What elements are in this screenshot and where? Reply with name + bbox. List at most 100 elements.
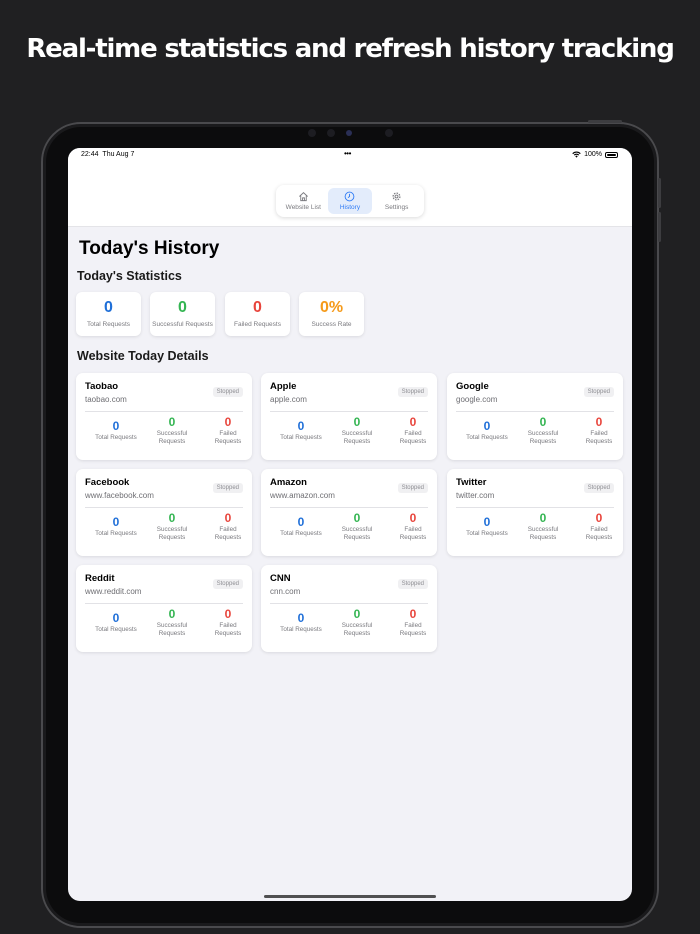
website-card-cnn[interactable]: CNN cnn.com Stopped 0 Total Requests 0 Success… <box>261 565 437 652</box>
status-badge: Stopped <box>583 387 614 397</box>
top-button <box>588 120 622 123</box>
tab-settings[interactable]: Settings <box>375 188 419 214</box>
metric-label: Total Requests <box>280 530 322 537</box>
app-screen: 22:44 Thu Aug 7 ••• 100% Website List Hi… <box>68 148 632 901</box>
divider <box>270 603 428 604</box>
metric-value: 0 <box>353 607 361 621</box>
divider <box>85 603 243 604</box>
label-line: Requests <box>399 438 427 445</box>
stat-label: Total Requests <box>87 321 130 328</box>
stat-value: 0 <box>253 299 262 316</box>
website-card-apple[interactable]: Apple apple.com Stopped 0 Total Requests 0 Suc… <box>261 373 437 460</box>
metric-label: Total Requests <box>95 530 137 537</box>
status-badge: Stopped <box>397 579 428 589</box>
metric-label: Failed Requests <box>571 430 627 446</box>
metric-label: Failed Requests <box>385 622 441 638</box>
label-line: Successful <box>156 526 188 533</box>
metric-value: 0 <box>168 607 176 621</box>
metric-successful: 0 Successful Requests <box>144 415 200 446</box>
label-line: Requests <box>399 534 427 541</box>
metric-value: 0 <box>353 511 361 525</box>
metric-total: 0 Total Requests <box>459 515 515 538</box>
label-line: Successful <box>156 430 188 437</box>
status-badge: Stopped <box>397 387 428 397</box>
divider <box>456 507 614 508</box>
clock-icon <box>345 191 355 202</box>
stat-value: 0% <box>319 299 344 316</box>
label-line: Requests <box>343 534 371 541</box>
label-line: Requests <box>214 438 242 445</box>
label-line: Successful <box>341 526 373 533</box>
metric-value: 0 <box>595 511 603 525</box>
label-line: Failed <box>219 526 237 533</box>
metric-failed: 0 Failed Requests <box>200 607 256 638</box>
metric-label: Successful Requests <box>329 430 385 446</box>
metric-failed: 0 Failed Requests <box>200 511 256 542</box>
website-card-reddit[interactable]: Reddit www.reddit.com Stopped 0 Total Reques… <box>76 565 252 652</box>
label-line: Failed <box>219 622 237 629</box>
label-line: Requests <box>214 534 242 541</box>
label-line: Successful <box>527 430 559 437</box>
metric-value: 0 <box>168 415 176 429</box>
label-line: Failed <box>404 526 422 533</box>
front-camera-icon <box>346 130 352 136</box>
sensor-dot <box>308 129 316 137</box>
site-name: Reddit <box>85 573 115 584</box>
website-card-google[interactable]: Google google.com Stopped 0 Total Requests 0 S… <box>447 373 623 460</box>
website-card-taobao[interactable]: Taobao taobao.com Stopped 0 Total Requests 0 S… <box>76 373 252 460</box>
website-card-facebook[interactable]: Facebook www.facebook.com Stopped 0 Total Re… <box>76 469 252 556</box>
website-card-twitter[interactable]: Twitter twitter.com Stopped 0 Total Requests… <box>447 469 623 556</box>
metric-label: Total Requests <box>280 626 322 633</box>
status-badge: Stopped <box>212 579 243 589</box>
metric-label: Failed Requests <box>200 526 256 542</box>
metric-label: Failed Requests <box>385 430 441 446</box>
metric-label: Successful Requests <box>144 622 200 638</box>
status-time: 22:44 Thu Aug 7 <box>81 151 134 158</box>
metric-label: Successful Requests <box>515 526 571 542</box>
label-line: Failed <box>590 430 608 437</box>
label-line: Requests <box>343 630 371 637</box>
metric-failed: 0 Failed Requests <box>385 511 441 542</box>
label-line: Requests <box>585 534 613 541</box>
divider <box>456 411 614 412</box>
status-badge: Stopped <box>212 387 243 397</box>
label-line: Requests <box>158 438 186 445</box>
details-heading: Website Today Details <box>77 349 209 363</box>
metric-label: Successful Requests <box>144 430 200 446</box>
status-badge: Stopped <box>583 483 614 493</box>
status-bar: 22:44 Thu Aug 7 ••• 100% <box>68 148 632 162</box>
volume-up-button <box>658 178 661 208</box>
tab-history[interactable]: History <box>327 188 372 214</box>
gear-icon <box>392 192 401 201</box>
website-card-amazon[interactable]: Amazon www.amazon.com Stopped 0 Total Reques… <box>261 469 437 556</box>
multitask-dots-icon[interactable]: ••• <box>344 149 351 158</box>
site-name: Apple <box>270 381 297 392</box>
page-title: Today's History <box>79 238 220 259</box>
label-line: Requests <box>585 438 613 445</box>
stat-label: Successful Requests <box>152 321 213 328</box>
metric-value: 0 <box>409 607 417 621</box>
battery-icon <box>605 151 618 158</box>
label-line: Requests <box>529 438 557 445</box>
metric-label: Failed Requests <box>200 430 256 446</box>
metric-value: 0 <box>112 611 120 625</box>
clock-text: 22:44 <box>81 151 99 158</box>
tab-website-list[interactable]: Website List <box>281 188 325 214</box>
metric-label: Successful Requests <box>329 622 385 638</box>
label-line: Successful <box>341 430 373 437</box>
metric-label: Failed Requests <box>385 526 441 542</box>
metric-label: Successful Requests <box>515 430 571 446</box>
home-indicator[interactable] <box>264 895 436 898</box>
metric-value: 0 <box>409 415 417 429</box>
battery-percent: 100% <box>584 151 602 158</box>
volume-down-button <box>658 212 661 242</box>
metric-label: Total Requests <box>95 434 137 441</box>
site-url: www.reddit.com <box>85 587 142 596</box>
metric-successful: 0 Successful Requests <box>329 607 385 638</box>
label-line: Successful <box>341 622 373 629</box>
metric-value: 0 <box>539 415 547 429</box>
segmented-tab-bar: Website List History Settings <box>276 185 424 217</box>
label-line: Failed <box>404 430 422 437</box>
site-url: www.facebook.com <box>85 491 154 500</box>
metric-total: 0 Total Requests <box>273 611 329 634</box>
